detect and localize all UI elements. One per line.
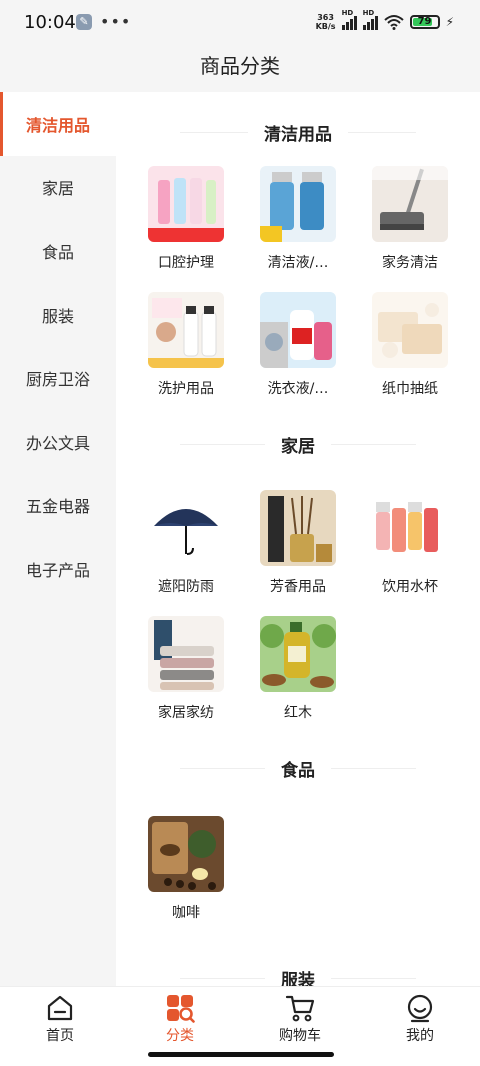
- product-image: [148, 816, 224, 892]
- sidebar-item-cleaning[interactable]: 清洁用品: [0, 92, 116, 156]
- tile-label: 纸巾抽纸: [382, 381, 438, 397]
- sidebar-item-hardware[interactable]: 五金电器: [0, 474, 116, 538]
- product-image: [148, 616, 224, 692]
- category-grid: 咖啡: [116, 812, 480, 938]
- category-tile[interactable]: 清洁液/…: [242, 162, 354, 288]
- profile-icon: [407, 994, 433, 1023]
- tab-home[interactable]: 首页: [0, 987, 120, 1066]
- category-tile[interactable]: 口腔护理: [130, 162, 242, 288]
- tile-label: 清洁液/…: [267, 255, 329, 271]
- product-image: [372, 490, 448, 566]
- category-tile[interactable]: 家务清洁: [354, 162, 466, 288]
- sidebar-item-clothing[interactable]: 服装: [0, 283, 116, 347]
- home-icon: [47, 995, 73, 1021]
- tab-label: 首页: [46, 1028, 74, 1044]
- tile-label: 洗护用品: [158, 381, 214, 397]
- category-tile[interactable]: 红木: [242, 612, 354, 738]
- cart-icon: [285, 995, 315, 1022]
- sidebar-item-electronics[interactable]: 电子产品: [0, 537, 116, 601]
- product-image: [260, 490, 336, 566]
- sidebar-item-office[interactable]: 办公文具: [0, 410, 116, 474]
- tile-label: 口腔护理: [158, 255, 214, 271]
- category-tile[interactable]: 芳香用品: [242, 486, 354, 612]
- wifi-icon: [383, 14, 404, 30]
- signal-icon: HD: [341, 9, 357, 30]
- category-tile[interactable]: 饮用水杯: [354, 486, 466, 612]
- home-indicator: [148, 1052, 334, 1057]
- status-notification-icons: ✎ •••: [76, 14, 131, 30]
- status-bar: 10:04 ✎ ••• 363 KB/s HD HD 79 ⚡: [0, 0, 480, 46]
- section-title: 清洁用品: [116, 102, 480, 162]
- category-grid: 口腔护理 清洁液/… 家务清洁 洗护用品 洗衣液/… 纸巾抽纸: [116, 162, 480, 414]
- category-tile[interactable]: 遮阳防雨: [130, 486, 242, 612]
- tile-label: 家务清洁: [382, 255, 438, 271]
- sidebar-item-kitchen-bath[interactable]: 厨房卫浴: [0, 346, 116, 410]
- product-image: [148, 490, 224, 566]
- tab-profile[interactable]: 我的: [360, 987, 480, 1066]
- tile-label: 芳香用品: [270, 579, 326, 595]
- category-tile[interactable]: 洗护用品: [130, 288, 242, 414]
- network-speed: 363 KB/s: [315, 13, 336, 31]
- tile-label: 遮阳防雨: [158, 579, 214, 595]
- tab-label: 购物车: [279, 1028, 321, 1044]
- category-tile[interactable]: 家居家纺: [130, 612, 242, 738]
- category-sidebar: 清洁用品 家居 食品 服装 厨房卫浴 办公文具 五金电器 电子产品: [0, 92, 116, 986]
- product-image: [372, 166, 448, 242]
- product-image: [260, 166, 336, 242]
- status-time: 10:04: [24, 12, 76, 33]
- tab-label: 我的: [406, 1028, 434, 1044]
- product-image: [260, 616, 336, 692]
- tab-label: 分类: [166, 1028, 194, 1044]
- section-title: 食品: [116, 738, 480, 798]
- category-tile[interactable]: 纸巾抽纸: [354, 288, 466, 414]
- tile-label: 咖啡: [172, 905, 200, 921]
- category-grid: 遮阳防雨 芳香用品 饮用水杯 家居家纺 红木: [116, 486, 480, 738]
- sidebar-item-food[interactable]: 食品: [0, 219, 116, 283]
- wrench-icon: ✎: [76, 14, 92, 30]
- section-title: 服装: [116, 948, 480, 986]
- product-image: [372, 292, 448, 368]
- more-dots-icon: •••: [100, 12, 132, 31]
- status-right-icons: 363 KB/s HD HD 79 ⚡: [315, 9, 454, 31]
- charging-icon: ⚡: [445, 15, 454, 29]
- product-image: [260, 292, 336, 368]
- page-header: 商品分类: [0, 46, 480, 92]
- tile-label: 洗衣液/…: [267, 381, 329, 397]
- signal-icon-2: HD: [362, 9, 378, 30]
- category-icon: [167, 995, 195, 1023]
- sidebar-item-home[interactable]: 家居: [0, 156, 116, 220]
- category-content: 清洁用品 口腔护理 清洁液/… 家务清洁 洗护用品 洗衣液/… 纸巾抽纸 家居 …: [116, 92, 480, 986]
- tile-label: 饮用水杯: [382, 579, 438, 595]
- section-title: 家居: [116, 414, 480, 474]
- tile-label: 红木: [284, 705, 312, 721]
- category-tile[interactable]: 洗衣液/…: [242, 288, 354, 414]
- page-title: 商品分类: [200, 54, 280, 78]
- tile-label: 家居家纺: [158, 705, 214, 721]
- battery-icon: 79: [409, 15, 440, 29]
- category-tile[interactable]: 咖啡: [130, 812, 242, 938]
- product-image: [148, 292, 224, 368]
- product-image: [148, 166, 224, 242]
